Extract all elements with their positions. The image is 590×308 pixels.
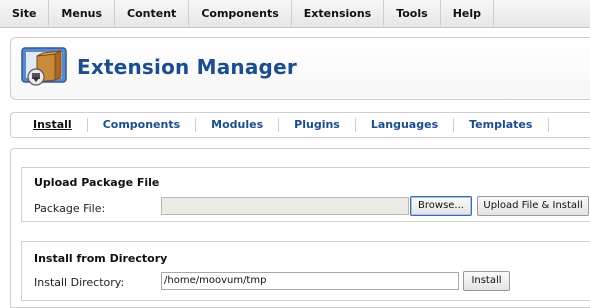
header-panel: Extension Manager	[10, 37, 590, 100]
install-button[interactable]: Install	[463, 271, 510, 291]
menu-tools[interactable]: Tools	[384, 0, 441, 27]
menu-content[interactable]: Content	[115, 0, 190, 27]
directory-section-title: Install from Directory	[34, 252, 168, 265]
tab-install[interactable]: Install	[11, 118, 88, 132]
install-directory-label: Install Directory:	[34, 276, 125, 289]
top-menu-bar: Site Menus Content Components Extensions…	[0, 0, 590, 28]
tab-components[interactable]: Components	[88, 118, 197, 132]
content-panel: Upload Package File Package File: Browse…	[10, 148, 590, 308]
browse-button[interactable]: Browse...	[410, 196, 472, 216]
upload-section-title: Upload Package File	[34, 176, 160, 189]
package-file-input[interactable]	[161, 197, 409, 215]
menu-menus[interactable]: Menus	[49, 0, 116, 27]
menu-extensions[interactable]: Extensions	[292, 0, 385, 27]
install-directory-section: Install from Directory Install Directory…	[21, 241, 590, 301]
menu-components[interactable]: Components	[189, 0, 292, 27]
tab-languages[interactable]: Languages	[356, 118, 455, 132]
install-directory-input[interactable]: /home/moovum/tmp	[161, 272, 459, 290]
tab-plugins[interactable]: Plugins	[279, 118, 356, 132]
upload-install-button[interactable]: Upload File & Install	[477, 196, 589, 216]
extension-box-icon	[21, 47, 67, 86]
tab-templates[interactable]: Templates	[454, 118, 550, 132]
menu-help[interactable]: Help	[441, 0, 494, 27]
tab-modules[interactable]: Modules	[196, 118, 280, 132]
menu-site[interactable]: Site	[0, 0, 50, 27]
package-file-label: Package File:	[34, 202, 106, 215]
page-title: Extension Manager	[77, 55, 297, 79]
upload-package-section: Upload Package File Package File: Browse…	[21, 167, 590, 222]
extension-submenu: Install Components Modules Plugins Langu…	[10, 112, 590, 138]
